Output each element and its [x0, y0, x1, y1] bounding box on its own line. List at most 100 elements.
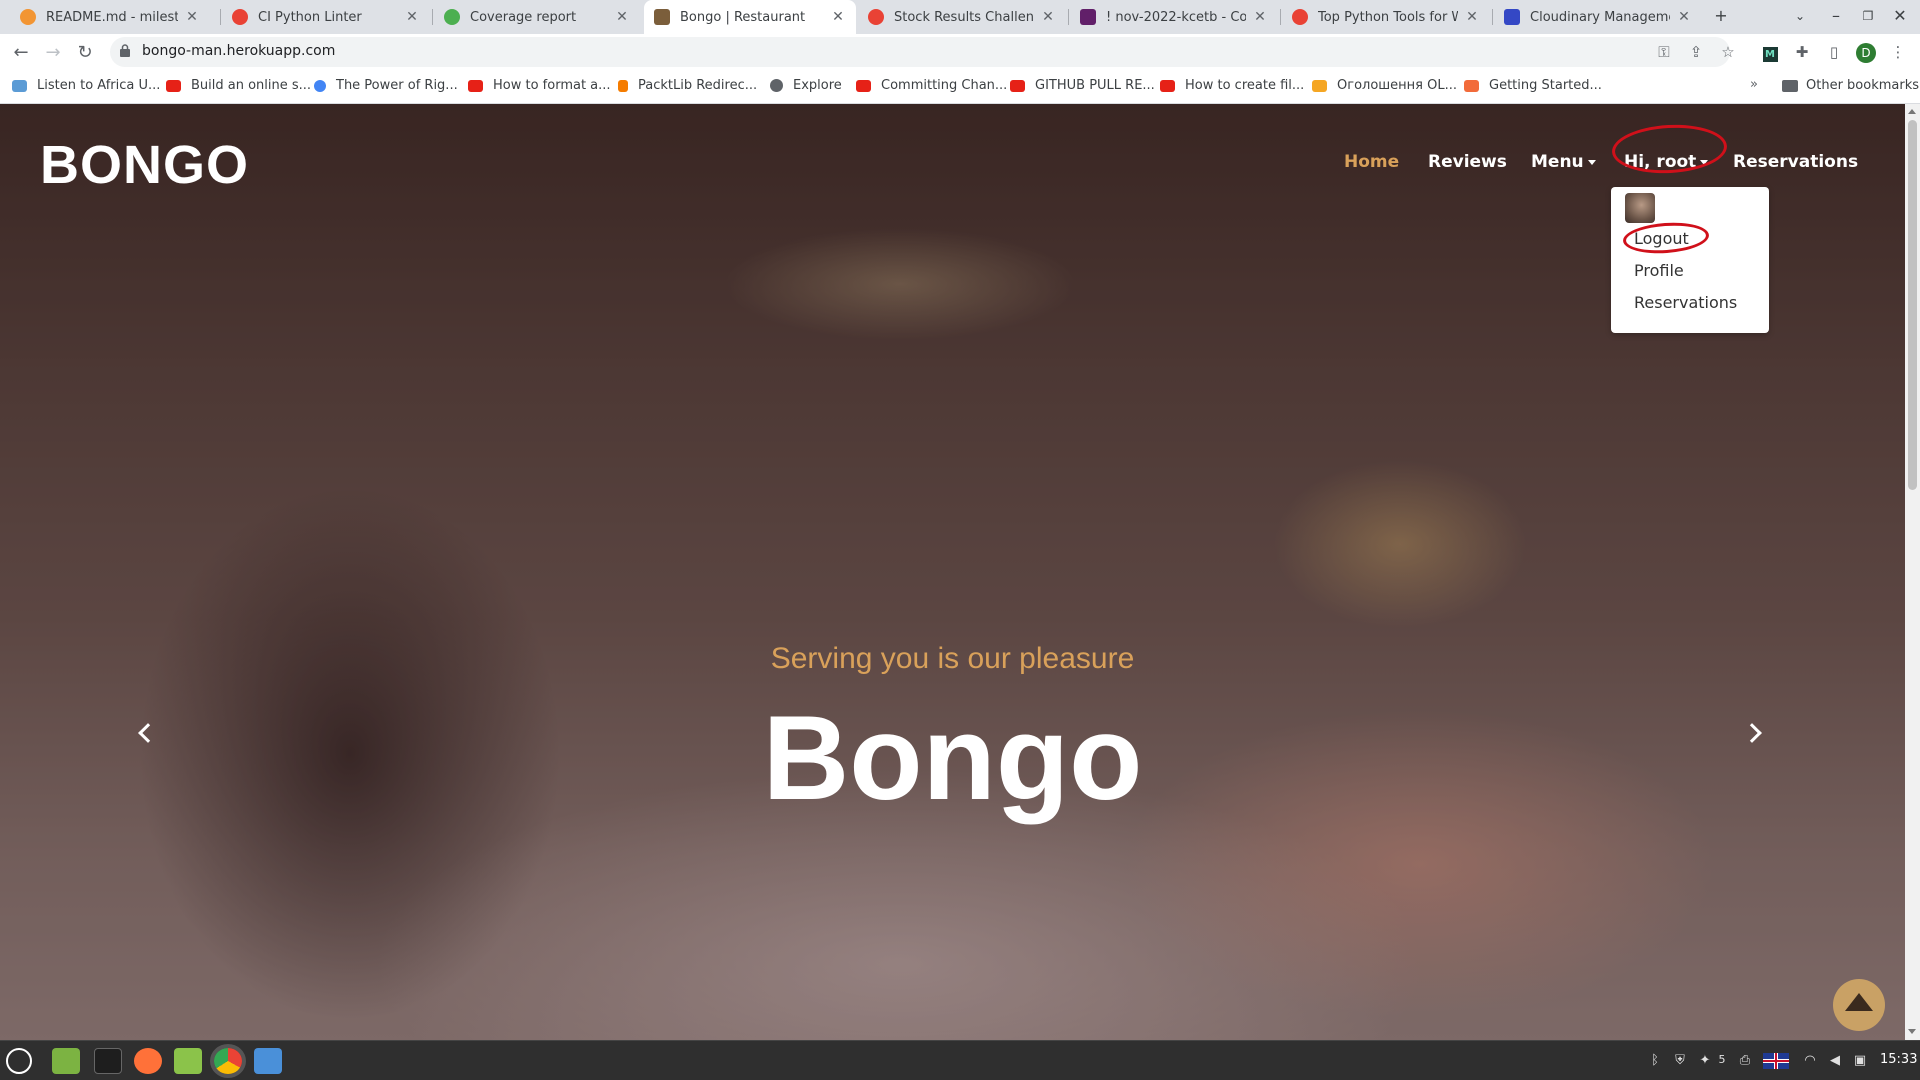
arrow-up-icon [1845, 993, 1873, 1011]
side-panel-icon[interactable]: ▯ [1824, 43, 1844, 61]
tab-close-icon[interactable]: ✕ [1252, 9, 1268, 25]
user-avatar [1625, 193, 1655, 223]
tab-separator [432, 9, 433, 25]
dropdown-reservations[interactable]: Reservations [1634, 293, 1737, 312]
bookmark-star-icon[interactable]: ☆ [1718, 43, 1738, 61]
chrome-icon[interactable] [214, 1048, 242, 1074]
other-bookmarks-folder[interactable]: Other bookmarks [1782, 78, 1919, 93]
nav-dropdown-menu[interactable]: Menu [1531, 152, 1596, 172]
bookmark-label: PacktLib Redirec... [638, 78, 758, 93]
url-text[interactable]: bongo-man.herokuapp.com [142, 43, 335, 59]
os-taskbar: ᛒ ⛨ ✦ 5 ⎙ ◠ ◀ ▣ 15:33 [0, 1040, 1920, 1080]
browser-tab[interactable]: ! nov-2022-kcetb - Code I ✕ [1070, 0, 1278, 34]
bookmark-item[interactable]: Committing Chan... [856, 78, 1007, 93]
getting-started-icon [1464, 79, 1479, 92]
tab-favicon-icon [654, 9, 670, 25]
scroll-up-icon[interactable] [1908, 109, 1916, 114]
bookmark-item[interactable]: Getting Started... [1464, 78, 1602, 93]
bookmark-item[interactable]: GITHUB PULL RE... [1010, 78, 1155, 93]
scroll-down-icon[interactable] [1908, 1029, 1916, 1034]
browser-tab[interactable]: README.md - milestone ✕ [10, 0, 210, 34]
bluetooth-icon[interactable]: ᛒ [1647, 1053, 1663, 1068]
browser-tab[interactable]: Top Python Tools for We ✕ [1282, 0, 1490, 34]
kebab-menu-icon[interactable]: ⋮ [1888, 43, 1908, 61]
dropdown-profile[interactable]: Profile [1634, 261, 1684, 280]
extensions-puzzle-icon[interactable]: ✚ [1792, 43, 1812, 61]
profile-avatar[interactable]: D [1856, 43, 1876, 63]
address-bar[interactable]: bongo-man.herokuapp.com [110, 37, 1730, 67]
nav-link-reviews[interactable]: Reviews [1428, 152, 1507, 172]
carousel-next-button[interactable] [1740, 720, 1770, 750]
tab-title: README.md - milestone [46, 9, 178, 25]
browser-tab[interactable]: Cloudinary Management ✕ [1494, 0, 1702, 34]
browser-tab-active[interactable]: Bongo | Restaurant ✕ [644, 0, 856, 34]
bookmark-favicon-icon [12, 79, 27, 92]
tab-favicon-icon [1292, 9, 1308, 25]
back-arrow-icon[interactable]: ← [10, 42, 32, 63]
printer-icon[interactable]: ⎙ [1737, 1053, 1753, 1068]
tab-title: Stock Results Challenge [894, 9, 1034, 25]
bookmark-label: Оголошення OL... [1337, 78, 1457, 93]
folder-icon[interactable] [174, 1048, 202, 1074]
terminal-icon[interactable] [94, 1048, 122, 1074]
browser-tab[interactable]: CI Python Linter ✕ [222, 0, 430, 34]
tab-favicon-icon [444, 9, 460, 25]
minimize-icon[interactable]: – [1824, 6, 1848, 25]
firefox-icon[interactable] [134, 1048, 162, 1074]
wifi-icon[interactable]: ◠ [1802, 1053, 1818, 1068]
key-icon[interactable]: ⚿ [1654, 43, 1674, 61]
bookmark-item[interactable]: How to format a... [468, 78, 611, 93]
nav-link-reservations[interactable]: Reservations [1733, 152, 1858, 172]
extension-m-icon[interactable]: M [1760, 43, 1780, 62]
scroll-to-top-button[interactable] [1833, 979, 1885, 1031]
tab-favicon-icon [1080, 9, 1096, 25]
bookmark-item[interactable]: Explore [770, 78, 842, 93]
youtube-icon [468, 79, 483, 92]
tab-favicon-icon [1504, 9, 1520, 25]
restore-icon[interactable]: ❐ [1856, 9, 1880, 23]
forward-arrow-icon[interactable]: → [42, 42, 64, 63]
tab-search-icon[interactable]: ⌄ [1788, 9, 1812, 23]
clipboard-icon[interactable]: ▣ [1852, 1053, 1868, 1068]
bookmark-item[interactable]: Listen to Africa U... [12, 78, 160, 93]
bookmark-item[interactable]: Build an online s... [166, 78, 311, 93]
new-tab-button[interactable]: + [1709, 6, 1733, 25]
shield-icon[interactable]: ⛨ [1672, 1053, 1688, 1068]
tab-close-icon[interactable]: ✕ [830, 9, 846, 25]
uk-flag-icon[interactable] [1762, 1053, 1790, 1073]
share-icon[interactable]: ⇪ [1686, 43, 1706, 61]
tab-close-icon[interactable]: ✕ [1464, 9, 1480, 25]
scrollbar-thumb[interactable] [1908, 120, 1917, 490]
tab-close-icon[interactable]: ✕ [404, 9, 420, 25]
bookmark-item[interactable]: PacktLib Redirec... [618, 78, 757, 93]
bookmark-item[interactable]: The Power of Rig... [314, 78, 458, 93]
browser-tab[interactable]: Coverage report ✕ [434, 0, 640, 34]
reload-icon[interactable]: ↻ [74, 42, 96, 63]
page-scrollbar[interactable] [1905, 104, 1920, 1040]
browser-tab[interactable]: Stock Results Challenge ✕ [858, 0, 1066, 34]
nav-link-home[interactable]: Home [1344, 152, 1399, 172]
bookmark-item[interactable]: How to create fil... [1160, 78, 1304, 93]
bookmark-item[interactable]: Оголошення OL... [1312, 78, 1457, 93]
bookmarks-overflow-icon[interactable]: » [1750, 77, 1758, 92]
start-menu-icon[interactable] [6, 1048, 32, 1074]
tab-close-icon[interactable]: ✕ [614, 9, 630, 25]
tab-close-icon[interactable]: ✕ [184, 9, 200, 25]
tab-favicon-icon [868, 9, 884, 25]
tab-close-icon[interactable]: ✕ [1040, 9, 1056, 25]
clock[interactable]: 15:33 [1880, 1052, 1917, 1067]
window-close-icon[interactable]: ✕ [1888, 6, 1912, 25]
lock-icon[interactable] [120, 44, 130, 57]
carousel-prev-button[interactable] [130, 720, 160, 750]
youtube-icon [1010, 79, 1025, 92]
google-icon [314, 79, 326, 92]
files-green-icon[interactable] [52, 1048, 80, 1074]
user-dropdown-menu: Logout Profile Reservations [1611, 187, 1769, 333]
volume-icon[interactable]: ◀ [1827, 1053, 1843, 1068]
hero-tagline: Serving you is our pleasure [770, 642, 1135, 675]
browser-toolbar: ← → ↻ bongo-man.herokuapp.com ⚿ ⇪ ☆ M ✚ … [0, 34, 1920, 70]
tab-close-icon[interactable]: ✕ [1676, 9, 1692, 25]
hero-title: Bongo [762, 691, 1143, 825]
notification-icon[interactable]: ✦ [1697, 1053, 1713, 1068]
text-editor-icon[interactable] [254, 1048, 282, 1074]
